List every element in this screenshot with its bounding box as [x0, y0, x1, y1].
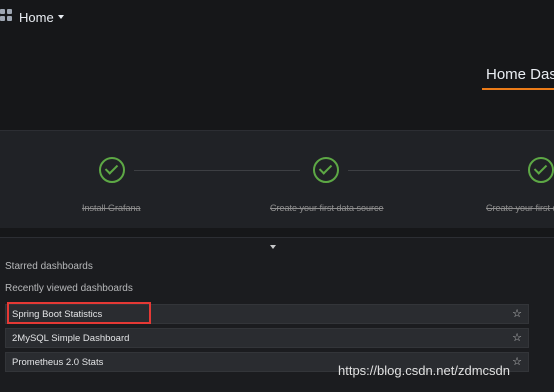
chevron-down-icon[interactable] — [270, 245, 276, 249]
home-label[interactable]: Home — [19, 10, 54, 25]
step-connector — [348, 170, 520, 171]
dashboard-name[interactable]: Spring Boot Statistics — [12, 309, 102, 320]
dashboard-row[interactable]: Spring Boot Statistics ☆ — [5, 304, 529, 324]
page-title-text: Home Dashboard — [486, 66, 554, 83]
dashboard-name[interactable]: 2MySQL Simple Dashboard — [12, 333, 129, 344]
check-circle-icon — [99, 157, 125, 183]
step-create-data-source-label[interactable]: Create your first data source — [270, 203, 384, 213]
watermark-text: https://blog.csdn.net/zdmcsdn — [338, 363, 510, 378]
star-icon[interactable]: ☆ — [512, 331, 522, 344]
step-connector — [134, 170, 300, 171]
dashboard-name[interactable]: Prometheus 2.0 Stats — [12, 357, 103, 368]
step-install-grafana-label[interactable]: Install Grafana — [82, 203, 141, 213]
page-title: Home Dashboard — [482, 64, 554, 90]
star-icon[interactable]: ☆ — [512, 307, 522, 320]
check-circle-icon — [528, 157, 554, 183]
chevron-down-icon[interactable] — [57, 15, 64, 19]
starred-dashboards-title: Starred dashboards — [5, 261, 93, 272]
title-underline — [482, 88, 554, 90]
grafana-menu-icon[interactable] — [0, 9, 13, 22]
recent-dashboards-title: Recently viewed dashboards — [5, 283, 133, 294]
step-create-dashboard-label[interactable]: Create your first dashboard — [486, 203, 554, 213]
dashboard-row[interactable]: 2MySQL Simple Dashboard ☆ — [5, 328, 529, 348]
check-circle-icon — [313, 157, 339, 183]
top-navbar: Home Home Dashboard — [0, 0, 554, 130]
star-icon[interactable]: ☆ — [512, 355, 522, 368]
onboarding-steps: Install Grafana Create your first data s… — [0, 130, 554, 228]
home-dashboard-picker[interactable]: Home — [19, 8, 64, 26]
